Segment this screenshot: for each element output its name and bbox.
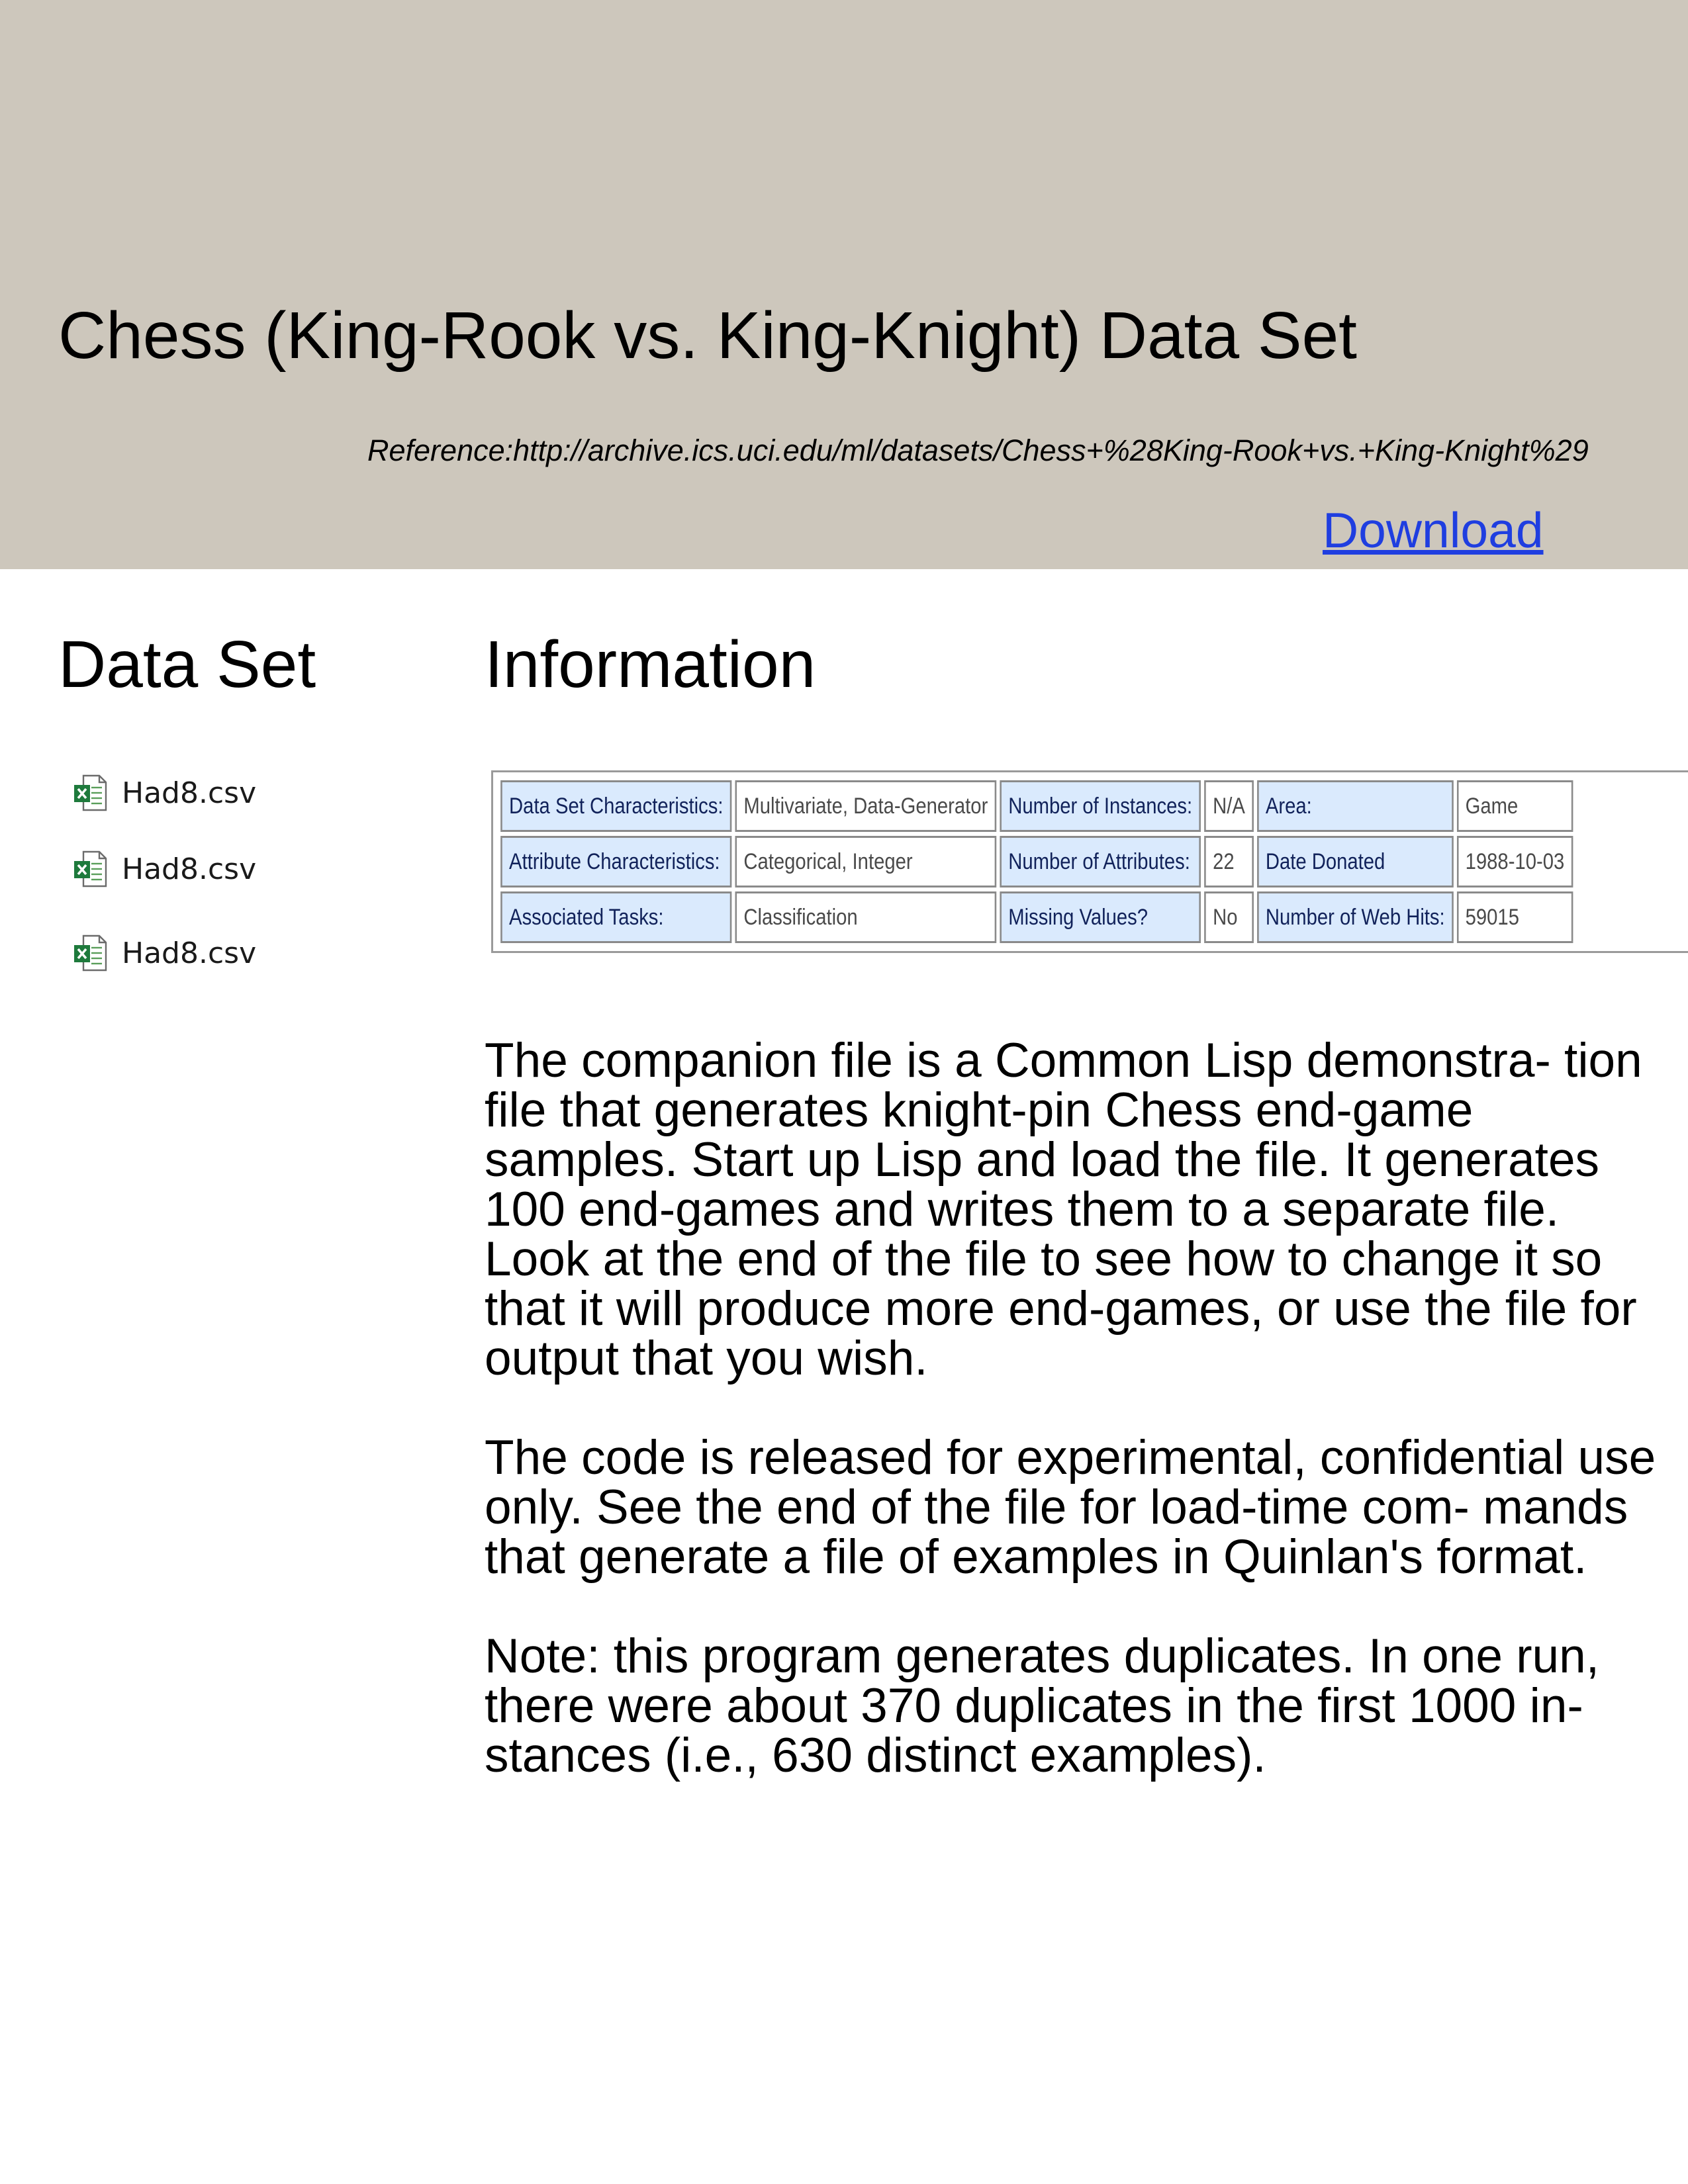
table-value-cell: Multivariate, Data-Generator [735,780,997,832]
table-value-cell: Classification [735,891,997,943]
table-key-cell: Associated Tasks: [500,891,732,943]
dataset-info-table: Data Set Characteristics: Multivariate, … [491,770,1688,953]
table-key-cell: Number of Attributes: [1000,836,1201,887]
table-value-cell: No [1204,891,1254,943]
file-item[interactable]: Had8.csv [73,933,256,973]
data-set-heading: Data Set [58,627,316,702]
table-key-cell: Data Set Characteristics: [500,780,732,832]
page: Chess (King-Rook vs. King-Knight) Data S… [0,0,1688,2184]
description: The companion file is a Common Lisp demo… [485,1036,1669,1830]
table-key-cell: Number of Instances: [1000,780,1201,832]
excel-file-icon [74,934,107,972]
table-key-cell: Missing Values? [1000,891,1201,943]
table-key-cell: Area: [1256,780,1454,832]
table-value-cell: N/A [1204,780,1254,832]
table-row: Associated Tasks: Classification Missing… [500,891,1573,943]
description-paragraph: The companion file is a Common Lisp demo… [485,1034,1642,1385]
information-heading: Information [485,627,816,702]
table-row: Data Set Characteristics: Multivariate, … [500,780,1573,832]
table-value-cell: 1988-10-03 [1456,836,1573,887]
table-value-cell: Game [1456,780,1573,832]
table-key-cell: Attribute Characteristics: [500,836,732,887]
table-value-cell: Categorical, Integer [735,836,997,887]
reference-text: Reference:http://archive.ics.uci.edu/ml/… [367,433,1589,467]
header-banner: Chess (King-Rook vs. King-Knight) Data S… [0,0,1688,569]
description-paragraph: The code is released for experimental, c… [485,1431,1656,1584]
file-item[interactable]: Had8.csv [73,849,256,889]
excel-file-icon [74,774,107,811]
file-item[interactable]: Had8.csv [73,773,256,813]
file-name: Had8.csv [122,852,257,886]
table-key-cell: Date Donated [1256,836,1454,887]
file-name: Had8.csv [122,936,257,970]
description-paragraph: Note: this program generates duplicates.… [485,1629,1600,1782]
table-key-cell: Number of Web Hits: [1256,891,1454,943]
page-title: Chess (King-Rook vs. King-Knight) Data S… [58,298,1357,373]
excel-file-icon [74,850,107,887]
table-value-cell: 22 [1204,836,1254,887]
table-value-cell: 59015 [1456,891,1573,943]
download-link[interactable]: Download [1323,502,1544,559]
file-name: Had8.csv [122,776,257,810]
table-row: Attribute Characteristics: Categorical, … [500,836,1573,887]
